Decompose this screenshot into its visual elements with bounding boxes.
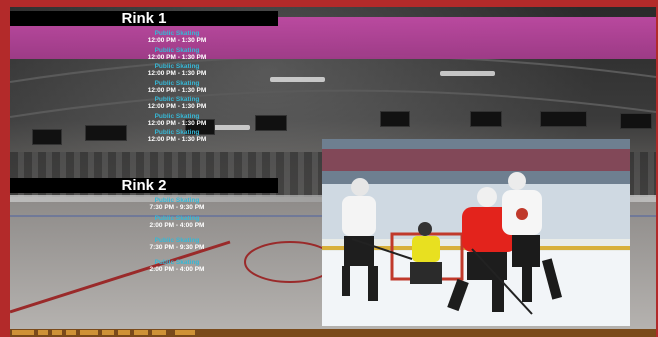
schedule-entry: Public Skating 12:00 PM - 1:30 PM [112,30,242,47]
taskbar-item[interactable] [80,330,98,335]
schedule-entry: Public Skating 12:00 PM - 1:30 PM [112,113,242,130]
event-time: 12:00 PM - 1:30 PM [147,103,207,110]
taskbar-item[interactable] [66,330,76,335]
event-time: 12:00 PM - 1:30 PM [147,86,207,94]
hockey-players-photo [322,139,630,326]
event-name: Public Skating [154,197,200,204]
schedule-entry: Public Skating 7:30 PM - 9:30 PM [112,197,242,215]
arena-scoreboard [540,111,587,127]
ceiling-light [270,77,325,82]
arena-scoreboard [255,115,287,131]
schedule-entry: Public Skating 12:00 PM - 1:30 PM [112,80,242,97]
hockey-illustration [322,139,630,326]
taskbar [10,329,656,337]
rink1-title: Rink 1 [10,11,278,26]
event-time: 2:00 PM - 4:00 PM [149,222,205,229]
event-name: Public Skating [154,96,200,103]
schedule-entry: Public Skating 12:00 PM - 1:30 PM [112,129,242,146]
schedule-entry: Public Skating 12:00 PM - 1:30 PM [112,96,242,113]
event-name: Public Skating [154,215,200,222]
event-name: Public Skating [154,112,200,120]
event-time: 12:00 PM - 1:30 PM [147,136,207,143]
taskbar-item[interactable] [118,330,130,335]
event-time: 12:00 PM - 1:30 PM [147,53,207,61]
event-time: 2:00 PM - 4:00 PM [149,266,205,273]
taskbar-item[interactable] [102,330,114,335]
rink1-schedule: Public Skating 12:00 PM - 1:30 PM Public… [112,30,242,146]
taskbar-item[interactable] [134,330,148,335]
taskbar-item[interactable] [52,330,62,335]
taskbar-item[interactable] [152,330,166,335]
event-name: Public Skating [154,46,200,54]
taskbar-item[interactable] [12,330,34,335]
rink2-title: Rink 2 [10,178,278,193]
taskbar-item[interactable] [175,330,195,335]
event-name: Public Skating [154,259,200,266]
event-time: 7:30 PM - 9:30 PM [149,244,205,251]
taskbar-item[interactable] [38,330,48,335]
schedule-entry: Public Skating 7:30 PM - 9:30 PM [112,237,242,259]
event-time: 12:00 PM - 1:30 PM [147,37,207,44]
schedule-entry: Public Skating 12:00 PM - 1:30 PM [112,47,242,64]
event-name: Public Skating [154,79,200,87]
schedule-entry: Public Skating 2:00 PM - 4:00 PM [112,215,242,237]
schedule-entry: Public Skating 2:00 PM - 4:00 PM [112,259,242,276]
event-name: Public Skating [154,63,200,70]
event-name: Public Skating [154,129,200,136]
schedule-entry: Public Skating 12:00 PM - 1:30 PM [112,63,242,80]
arena-scoreboard [380,111,410,127]
event-name: Public Skating [154,237,200,244]
rink2-schedule: Public Skating 7:30 PM - 9:30 PM Public … [112,197,242,276]
arena-scoreboard [470,111,502,127]
ceiling-light [440,71,495,76]
arena-scoreboard [32,129,62,145]
event-name: Public Skating [154,30,200,37]
event-time: 7:30 PM - 9:30 PM [149,204,205,211]
event-time: 12:00 PM - 1:30 PM [147,119,207,127]
event-time: 12:00 PM - 1:30 PM [147,70,207,77]
arena-scoreboard [620,113,652,129]
